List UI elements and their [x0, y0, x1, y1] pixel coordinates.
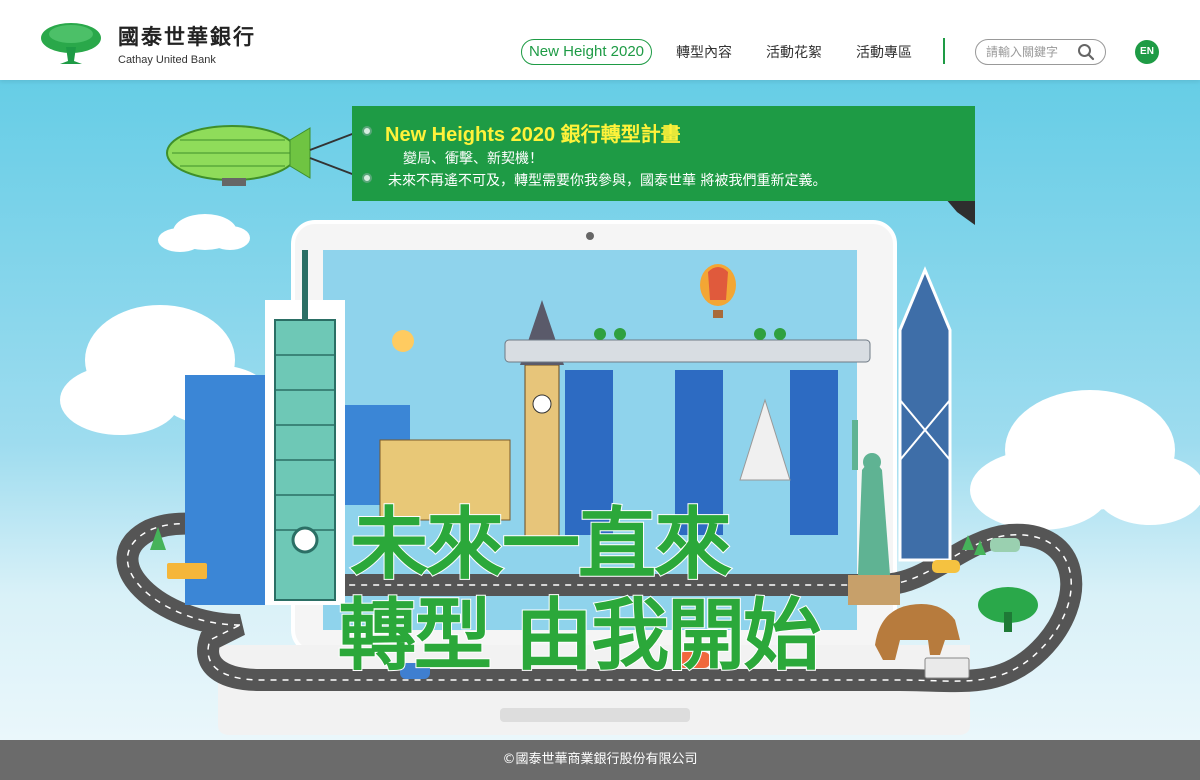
brand-logo[interactable]: 國泰世華銀行 Cathay United Bank	[40, 20, 280, 66]
banner-bullet	[362, 126, 372, 136]
nav-item-transformation[interactable]: 轉型內容	[676, 42, 732, 62]
nav-item-new-height-2020[interactable]: New Height 2020	[521, 39, 652, 65]
sun-icon	[392, 330, 414, 352]
hero-section: New Heights 2020 銀行轉型計畫 變局、衝擊、新契機！ 未來不再遙…	[0, 80, 1200, 740]
nav-divider	[943, 38, 945, 64]
banner-bullet	[362, 173, 372, 183]
brand-name-en: Cathay United Bank	[118, 53, 216, 66]
banner-description: 未來不再遙不可及，轉型需要你我參與，國泰世華 將被我們重新定義。	[388, 173, 827, 189]
banner-title-cn: 銀行轉型計畫	[560, 122, 681, 146]
site-footer: ©國泰世華商業銀行股份有限公司	[0, 740, 1200, 780]
brand-name-cn: 國泰世華銀行	[118, 24, 256, 49]
search-icon[interactable]	[1077, 43, 1095, 61]
banner-title-en: New Heights 2020	[385, 124, 556, 146]
search-box[interactable]	[975, 39, 1106, 65]
nav-item-highlights[interactable]: 活動花絮	[766, 42, 822, 62]
slogan-line-2: 轉型 由我開始	[337, 590, 822, 682]
language-en-button[interactable]: EN	[1135, 40, 1159, 64]
copyright-text: ©國泰世華商業銀行股份有限公司	[502, 752, 698, 767]
banner-tail	[945, 198, 975, 225]
blimp-icon	[166, 125, 369, 186]
search-input[interactable]	[986, 43, 1076, 61]
site-header: 國泰世華銀行 Cathay United Bank New Height 202…	[0, 0, 1200, 80]
banner-tagline: 變局、衝擊、新契機！	[403, 151, 543, 167]
banner-title: New Heights 2020 銀行轉型計畫	[385, 118, 681, 147]
bank-of-china-tower	[898, 266, 952, 562]
taipei-101-building	[265, 250, 345, 605]
nav-item-events[interactable]: 活動專區	[856, 42, 912, 62]
tree-logo-icon	[41, 23, 101, 64]
